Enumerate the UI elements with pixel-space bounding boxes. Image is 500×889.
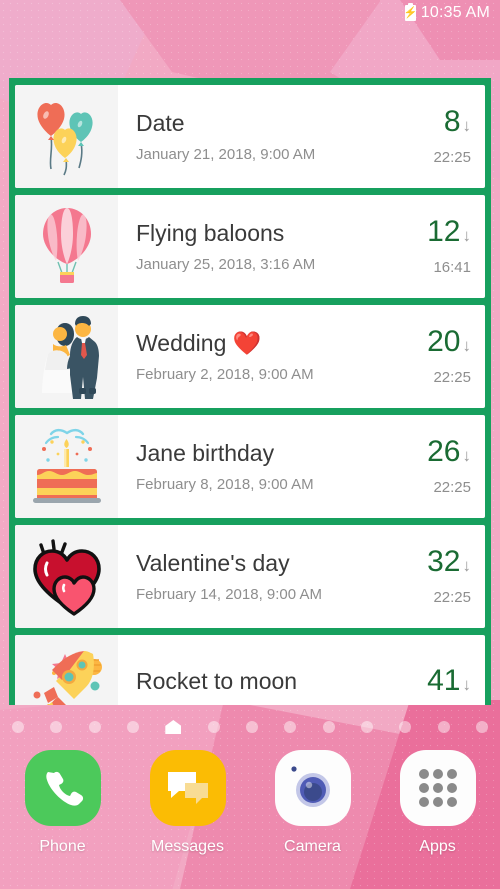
event-countdown-days: 20 [427,325,461,358]
dock-item-messages[interactable]: Messages [133,750,243,856]
event-title: Rocket to moon [136,668,298,695]
status-bar: ⚡ 10:35 AM [0,0,500,26]
event-datetime: February 14, 2018, 9:00 AM [136,586,322,604]
page-indicator[interactable] [0,712,500,742]
page-dot[interactable] [322,721,335,733]
event-countdown-days: 32 [427,545,461,578]
event-countdown-days: 26 [427,435,461,468]
event-countdown-days: 8 [443,105,461,138]
event-remaining-time: 22:25 [433,589,471,606]
dock-item-apps[interactable]: Apps [383,750,493,856]
messages-icon[interactable] [149,750,226,826]
camera-icon[interactable] [274,750,351,826]
event-remaining-time: 16:41 [433,259,471,276]
event-card[interactable]: Wedding ❤️ February 2, 2018, 9:00 AM 20 … [15,305,485,408]
event-remaining-time: 22:25 [433,369,471,386]
events-widget[interactable]: Date January 21, 2018, 9:00 AM 8 ↓ 22:25 [9,78,491,705]
rocket-icon [15,635,118,705]
lightning-bolt-glyph: ⚡ [403,7,418,19]
page-dot[interactable] [207,721,220,733]
page-dot[interactable] [88,721,101,733]
arrow-down-icon: ↓ [462,226,472,245]
page-dot[interactable] [284,721,297,733]
page-dot[interactable] [12,721,24,733]
arrow-down-icon: ↓ [462,116,472,135]
event-datetime: January 25, 2018, 3:16 AM [136,256,316,274]
event-title: Date [136,109,185,136]
event-countdown-days: 41 [427,663,461,697]
event-card[interactable]: Flying baloons January 25, 2018, 3:16 AM… [15,195,485,298]
page-dot[interactable] [245,721,258,733]
two-hearts-icon [15,525,118,628]
page-dot[interactable] [360,721,373,733]
event-card[interactable]: Jane birthday February 8, 2018, 9:00 AM … [15,415,485,518]
arrow-down-icon: ↓ [462,556,472,575]
event-card[interactable]: Valentine's day February 14, 2018, 9:00 … [15,525,485,628]
arrow-down-icon: ↓ [462,674,472,694]
apps-grid-icon[interactable] [399,750,476,826]
event-remaining-time: 22:25 [433,149,471,166]
page-dot[interactable] [475,721,488,733]
page-dot[interactable] [399,721,412,733]
dock: Phone Messages Camera Apps [0,742,500,889]
event-datetime: January 21, 2018, 9:00 AM [136,146,316,164]
event-title: Flying baloons [136,219,285,246]
dock-label-camera: Camera [284,838,341,855]
phone-icon[interactable] [24,750,101,826]
event-title: Valentine's day [136,549,290,576]
page-dot[interactable] [437,721,450,733]
event-title: Jane birthday [136,439,275,466]
wedding-couple-icon [15,305,118,408]
event-card[interactable]: Date January 21, 2018, 9:00 AM 8 ↓ 22:25 [15,85,485,188]
event-datetime: February 8, 2018, 9:00 AM [136,476,314,494]
event-countdown-days: 12 [427,215,461,248]
event-card[interactable]: Rocket to moon 41 ↓ [15,635,485,705]
event-remaining-time: 22:25 [433,479,471,496]
event-datetime: February 2, 2018, 9:00 AM [136,366,314,384]
dock-label-messages: Messages [151,838,224,855]
event-title: Wedding ❤️ [136,329,262,356]
dock-item-camera[interactable]: Camera [258,750,368,856]
page-dot[interactable] [126,721,139,733]
hot-air-balloon-icon [15,195,118,298]
page-dot[interactable] [50,721,63,733]
dock-label-apps: Apps [419,838,456,855]
arrow-down-icon: ↓ [462,446,472,465]
dock-item-phone[interactable]: Phone [8,750,118,856]
dock-label-phone: Phone [39,838,86,855]
heart-balloons-icon [15,85,118,188]
birthday-cake-icon [15,415,118,518]
home-icon[interactable] [165,720,182,734]
battery-charging-icon: ⚡ [403,3,418,21]
status-bar-clock: 10:35 AM [420,4,490,21]
arrow-down-icon: ↓ [462,336,472,355]
